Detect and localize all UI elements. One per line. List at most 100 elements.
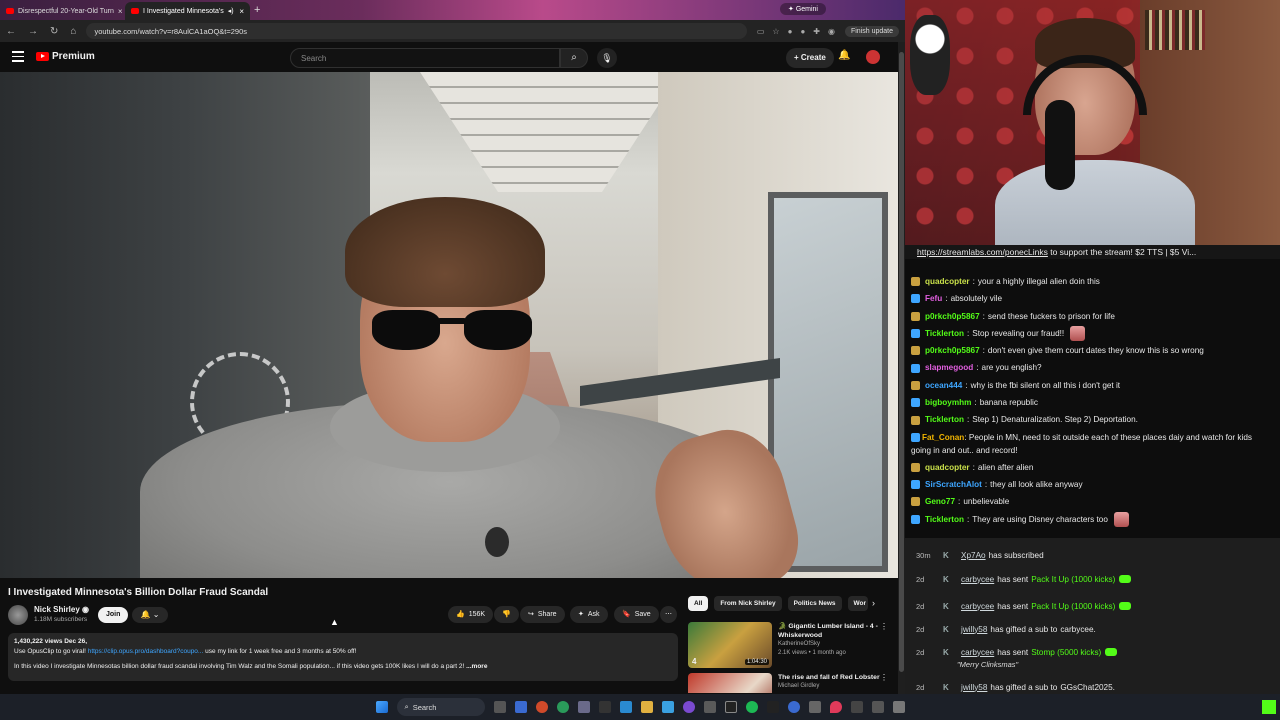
chat-message: slapmegood: are you english? — [911, 359, 1274, 376]
app-icon[interactable] — [514, 701, 527, 713]
app-icon[interactable] — [892, 701, 905, 713]
chip-all[interactable]: All — [688, 596, 709, 611]
video-player[interactable] — [0, 72, 898, 578]
chat-username[interactable]: Ticklerton — [925, 511, 964, 528]
chat-username[interactable]: quadcopter — [925, 273, 970, 290]
subscribe-bell-button[interactable]: 🔔 ⌄ — [132, 607, 168, 623]
event-username[interactable]: Xp7Ao — [961, 551, 986, 560]
video-thumbnail[interactable] — [688, 673, 772, 693]
kick-icon[interactable] — [1262, 700, 1276, 714]
description-box[interactable]: 1,430,222 views Dec 26, Use OpusClip to … — [8, 633, 678, 681]
browser-tab-1[interactable]: Disrespectful 20-Year-Old Turn × — [0, 2, 125, 20]
page-scrollbar[interactable] — [898, 42, 905, 694]
finish-update-button[interactable]: Finish update — [844, 25, 899, 37]
search-icon[interactable]: ⌕ — [560, 48, 588, 68]
ask-button[interactable]: ✦ Ask — [570, 606, 608, 623]
chat-username[interactable]: Geno77 — [925, 493, 955, 510]
event-username[interactable]: carbycee — [961, 602, 994, 611]
extension-icon[interactable]: ● — [788, 27, 793, 36]
forward-icon[interactable]: → — [28, 26, 38, 37]
dislike-button[interactable]: 👎 — [494, 606, 519, 623]
reload-icon[interactable]: ↻ — [50, 26, 58, 37]
account-avatar[interactable] — [866, 50, 880, 64]
app-icon[interactable] — [703, 701, 716, 713]
join-button[interactable]: Join — [98, 607, 129, 623]
share-button[interactable]: ↪ Share — [520, 606, 565, 623]
puzzle-icon[interactable]: ✚ — [813, 27, 820, 36]
bookmark-star-icon[interactable]: ☆ — [772, 27, 779, 36]
steam-icon[interactable] — [661, 701, 674, 713]
cast-icon[interactable]: ▭ — [757, 27, 765, 36]
app-icon[interactable] — [724, 701, 737, 713]
related-video[interactable]: 4 1:04:30 🐊 Gigantic Lumber Island - 4 -… — [688, 622, 888, 668]
close-tab-icon[interactable]: × — [118, 7, 123, 16]
chip-from-channel[interactable]: From Nick Shirley — [714, 596, 782, 611]
app-icon[interactable] — [598, 701, 611, 713]
event-username[interactable]: jwilly58 — [961, 625, 987, 634]
windows-start-icon[interactable] — [375, 701, 388, 713]
related-video[interactable]: The rise and fall of Red Lobster Michael… — [688, 673, 888, 693]
task-view-icon[interactable] — [493, 701, 506, 713]
browser-tab-2[interactable]: I Investigated Minnesota's ◂) × — [125, 2, 250, 20]
youtube-logo[interactable]: Premium — [36, 51, 95, 62]
video-thumbnail[interactable]: 4 1:04:30 — [688, 622, 772, 668]
gemini-button[interactable]: ✦ Gemini — [780, 3, 826, 15]
save-button[interactable]: 🔖 Save — [614, 606, 659, 623]
channel-avatar[interactable] — [8, 605, 28, 625]
browser-tab-bar: Disrespectful 20-Year-Old Turn × I Inves… — [0, 0, 905, 20]
url-field[interactable]: youtube.com/watch?v=r8AulCA1aOQ&t=290s — [86, 23, 747, 39]
chip-world[interactable]: Wor — [847, 596, 868, 611]
channel-name[interactable]: Nick Shirley ◉ — [34, 605, 89, 614]
chat-username[interactable]: Ticklerton — [925, 325, 964, 342]
file-explorer-icon[interactable] — [640, 701, 653, 713]
new-tab-icon[interactable]: + — [254, 4, 260, 16]
taskbar-search[interactable]: ⌕ Search — [396, 698, 485, 716]
app-icon[interactable] — [850, 701, 863, 713]
search-input[interactable]: Search — [290, 48, 560, 68]
description-link[interactable]: https://clip.opus.pro/dashboard?coupo... — [88, 648, 204, 655]
microphone-icon[interactable]: 🎙 — [597, 48, 617, 68]
home-icon[interactable]: ⌂ — [70, 26, 76, 37]
profile-icon[interactable]: ◉ — [828, 27, 835, 36]
app-icon[interactable] — [808, 701, 821, 713]
chat-username[interactable]: Fat_Conan — [922, 433, 964, 442]
app-icon[interactable] — [577, 701, 590, 713]
app-icon[interactable] — [766, 701, 779, 713]
back-icon[interactable]: ← — [6, 26, 16, 37]
extension-icon[interactable]: ● — [800, 27, 805, 36]
chat-username[interactable]: Ticklerton — [925, 411, 964, 428]
app-icon[interactable] — [787, 701, 800, 713]
event-username[interactable]: carbycee — [961, 648, 994, 657]
spotify-icon[interactable] — [745, 701, 758, 713]
chat-username[interactable]: Fefu — [925, 290, 942, 307]
chat-username[interactable]: SirScratchAlot — [925, 476, 982, 493]
more-vertical-icon[interactable]: ⋮ — [880, 622, 888, 631]
notifications-bell-icon[interactable]: 🔔 — [838, 50, 850, 61]
chip-politics-news[interactable]: Politics News — [787, 596, 842, 611]
hamburger-menu-icon[interactable] — [12, 51, 24, 65]
speaker-icon[interactable]: ◂) — [228, 7, 234, 15]
chat-username[interactable]: bigboymhm — [925, 394, 971, 411]
chat-username[interactable]: p0rkch0p5867 — [925, 342, 980, 359]
create-button[interactable]: + Create — [786, 48, 834, 68]
event-username[interactable]: carbycee — [961, 575, 994, 584]
chat-message: Ticklerton: They are using Disney charac… — [911, 511, 1274, 528]
like-button[interactable]: 👍 156K — [448, 606, 494, 623]
chat-username[interactable]: quadcopter — [925, 459, 970, 476]
app-icon[interactable] — [829, 701, 842, 713]
more-vertical-icon[interactable]: ⋮ — [880, 673, 888, 682]
show-more-link[interactable]: ...more — [466, 663, 487, 670]
chat-username[interactable]: ocean444 — [925, 377, 962, 394]
browser-icon[interactable] — [535, 701, 548, 713]
app-icon[interactable] — [871, 701, 884, 713]
app-icon[interactable] — [619, 701, 632, 713]
chat-username[interactable]: p0rkch0p5867 — [925, 308, 980, 325]
more-actions-button[interactable]: ⋯ — [660, 606, 677, 623]
scrollbar-thumb[interactable] — [899, 52, 904, 672]
app-icon[interactable] — [682, 701, 695, 713]
close-tab-icon[interactable]: × — [239, 7, 244, 16]
event-username[interactable]: jwilly58 — [961, 683, 987, 692]
chat-username[interactable]: slapmegood — [925, 359, 973, 376]
chevron-right-icon[interactable]: › — [872, 598, 875, 608]
chrome-icon[interactable] — [556, 701, 569, 713]
